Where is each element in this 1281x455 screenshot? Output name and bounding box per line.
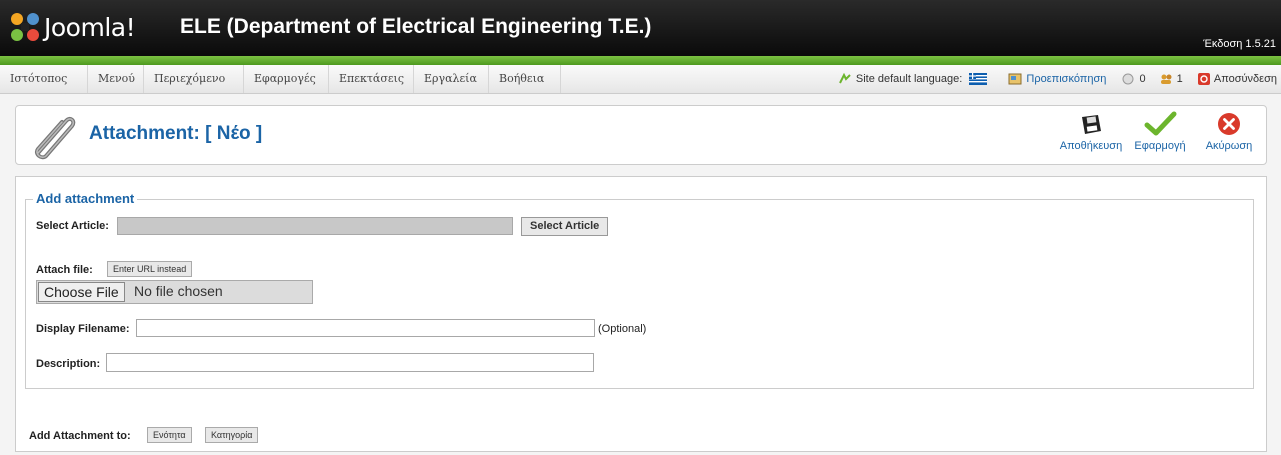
file-status-text: No file chosen	[134, 283, 223, 299]
language-label: Site default language:	[855, 73, 963, 86]
optional-hint: (Optional)	[598, 323, 647, 335]
add-to-label: Add Attachment to:	[29, 430, 131, 442]
main-menu-bar: Ιστότοπος Μενού Περιεχόμενο Εφαρμογές Επ…	[0, 65, 1281, 94]
menu-content[interactable]: Περιεχόμενο	[144, 65, 244, 93]
joomla-wordmark: Joomla!	[44, 13, 136, 42]
joomla-logo-icon	[11, 13, 39, 41]
page-title: Attachment: [ Νέο ]	[89, 123, 263, 144]
menu-components[interactable]: Εφαρμογές	[244, 65, 329, 93]
cancel-label: Ακύρωση	[1205, 140, 1253, 152]
fieldset-legend: Add attachment	[33, 191, 138, 206]
menu-site[interactable]: Ιστότοπος	[0, 65, 88, 93]
menu-help[interactable]: Βοήθεια	[489, 65, 561, 93]
logout-icon	[1197, 73, 1210, 86]
display-filename-label: Display Filename:	[36, 323, 130, 335]
file-input[interactable]: Choose File No file chosen	[36, 280, 313, 304]
status-area: Site default language: Προεπισκόπηση 0 1…	[828, 65, 1281, 93]
language-icon	[838, 73, 851, 84]
messages-icon	[1122, 73, 1134, 85]
site-title: ELE (Department of Electrical Engineerin…	[180, 15, 652, 38]
apply-button[interactable]: Εφαρμογή	[1128, 111, 1192, 152]
page-toolbar: Attachment: [ Νέο ] Αποθήκευση Εφαρμογή …	[15, 105, 1267, 165]
choose-file-button[interactable]: Choose File	[38, 282, 125, 302]
apply-label: Εφαρμογή	[1134, 140, 1186, 152]
menu-tools[interactable]: Εργαλεία	[414, 65, 489, 93]
select-article-label: Select Article:	[36, 220, 109, 232]
paperclip-icon	[35, 116, 76, 160]
users-count[interactable]: 1	[1177, 73, 1183, 85]
description-label: Description:	[36, 358, 101, 370]
attach-file-label: Attach file:	[36, 264, 93, 276]
greek-flag-icon	[969, 73, 988, 86]
admin-header: Joomla! ELE (Department of Electrical En…	[0, 0, 1281, 65]
article-field	[117, 217, 513, 235]
messages-count[interactable]: 0	[1139, 73, 1145, 85]
add-to-section-button[interactable]: Ενότητα	[147, 427, 192, 443]
logout-link[interactable]: Αποσύνδεση	[1214, 73, 1277, 85]
save-label: Αποθήκευση	[1059, 140, 1123, 152]
cancel-icon	[1218, 113, 1240, 135]
version-label: Έκδοση 1.5.21	[1203, 38, 1276, 50]
menu-menus[interactable]: Μενού	[88, 65, 144, 93]
save-button[interactable]: Αποθήκευση	[1056, 111, 1126, 152]
select-article-button[interactable]: Select Article	[521, 217, 609, 236]
header-accent-bar	[0, 56, 1281, 65]
users-icon	[1160, 74, 1172, 85]
cancel-button[interactable]: Ακύρωση	[1196, 111, 1262, 152]
preview-link[interactable]: Προεπισκόπηση	[1026, 73, 1106, 85]
save-icon	[1082, 115, 1101, 134]
description-input[interactable]	[106, 353, 594, 372]
menu-extensions[interactable]: Επεκτάσεις	[329, 65, 414, 93]
display-filename-input[interactable]	[136, 319, 595, 337]
preview-icon	[1008, 73, 1022, 85]
enter-url-button[interactable]: Enter URL instead	[107, 261, 193, 277]
checkmark-icon	[1144, 111, 1177, 136]
add-to-category-button[interactable]: Κατηγορία	[205, 427, 259, 443]
